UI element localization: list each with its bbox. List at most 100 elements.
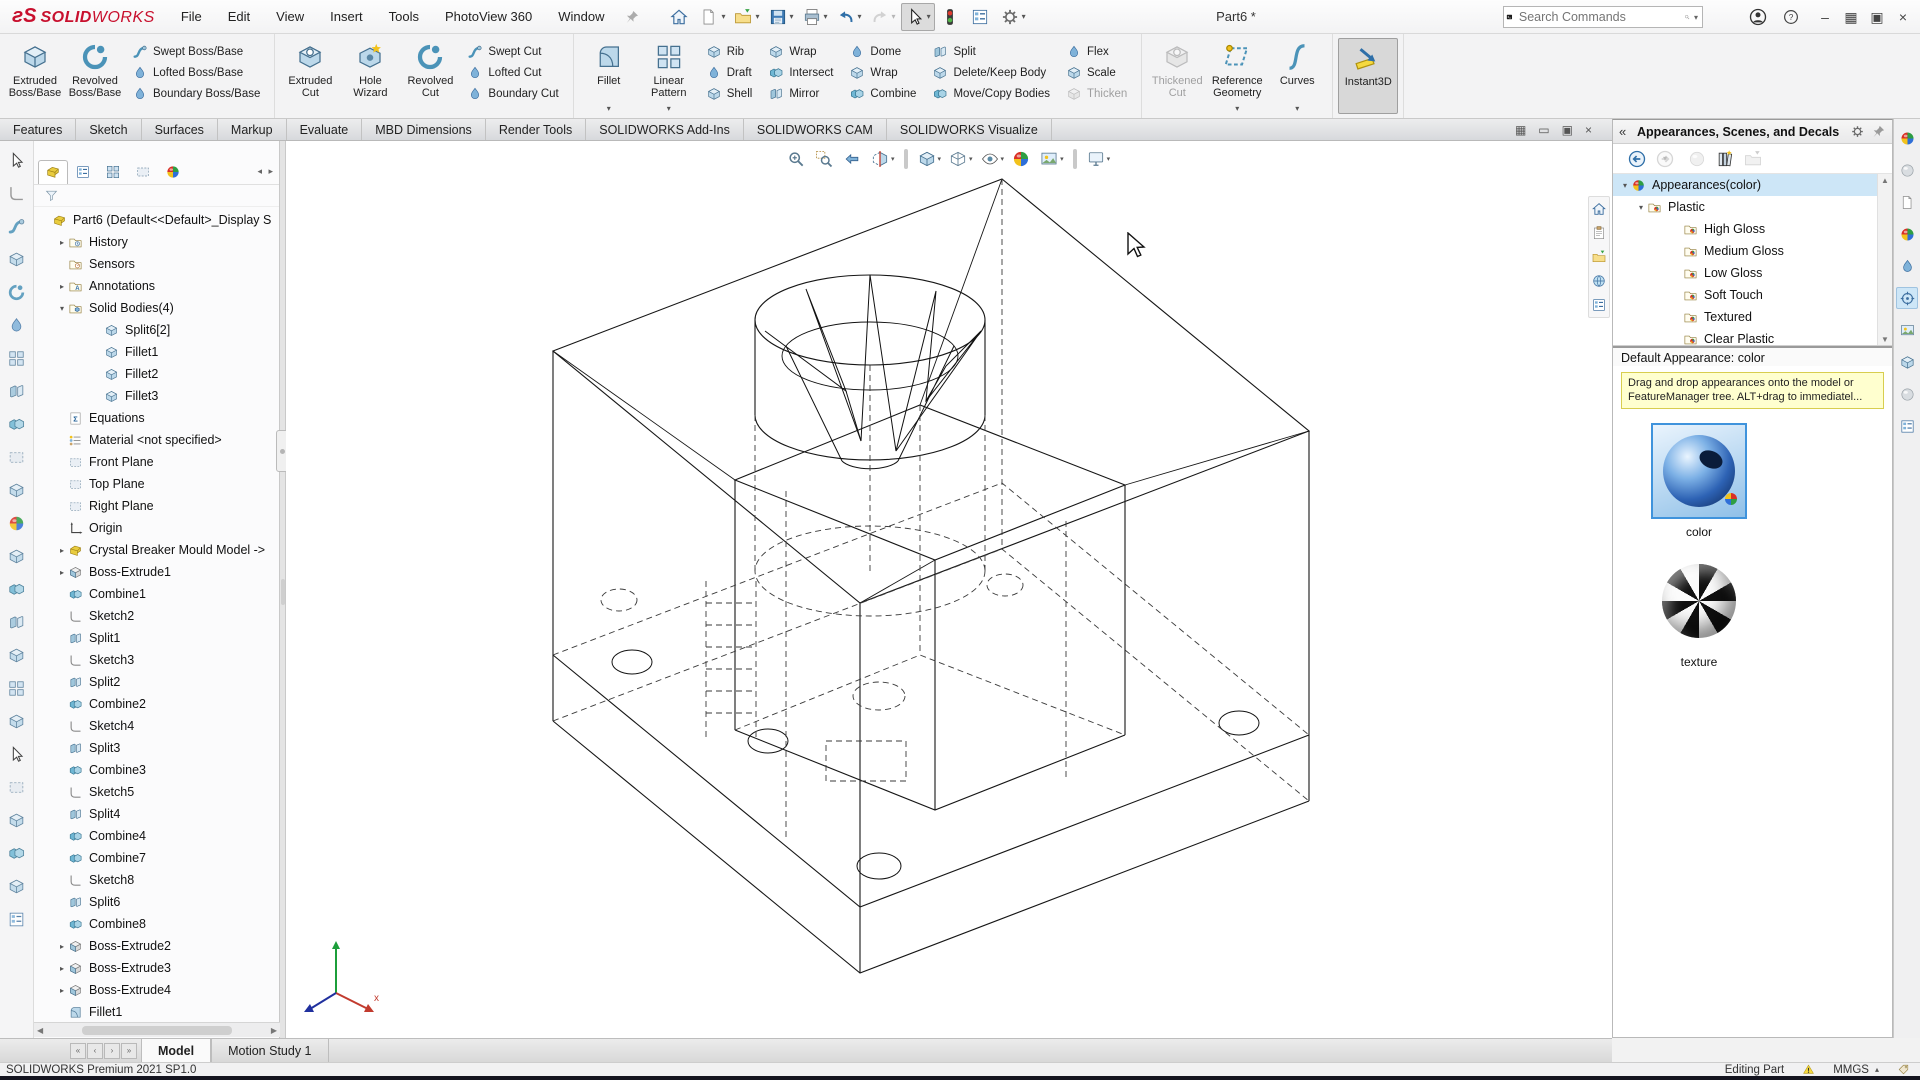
command-tab[interactable]: Render Tools bbox=[486, 119, 586, 140]
linear-pattern-button[interactable]: Linear Pattern ▾ bbox=[639, 38, 699, 114]
open-icon[interactable]: ▾ bbox=[730, 4, 762, 30]
appearance-tab-icon[interactable] bbox=[1896, 127, 1918, 149]
command-tab[interactable]: Surfaces bbox=[142, 119, 218, 140]
appearance-tree-item[interactable]: Low Gloss bbox=[1613, 262, 1892, 284]
command-tab[interactable]: Features bbox=[0, 119, 76, 140]
tree-item[interactable]: Right Plane bbox=[34, 495, 279, 517]
ribbon-button[interactable]: Split bbox=[929, 41, 1053, 62]
scene-icon[interactable] bbox=[1896, 319, 1918, 341]
instant3d-button[interactable]: Instant3D bbox=[1338, 38, 1398, 114]
undo-icon[interactable]: ▾ bbox=[833, 4, 865, 30]
tree-item[interactable]: ▸ Boss-Extrude2 bbox=[34, 935, 279, 957]
tree-item[interactable]: Fillet2 bbox=[34, 363, 279, 385]
left-toolbar-icon[interactable] bbox=[7, 151, 26, 170]
ribbon-button[interactable]: Combine bbox=[846, 83, 919, 104]
tree-item[interactable]: Origin bbox=[34, 517, 279, 539]
ribbon-button[interactable]: Swept Cut bbox=[464, 41, 561, 62]
configurationmanager-tab[interactable] bbox=[98, 160, 128, 184]
pin-icon[interactable] bbox=[1871, 124, 1886, 139]
tab-nav-button[interactable]: » bbox=[121, 1043, 137, 1059]
document-window-button[interactable]: ▣ bbox=[1562, 123, 1573, 137]
left-toolbar-icon[interactable] bbox=[7, 778, 26, 797]
appearance-tree-item[interactable]: Medium Gloss bbox=[1613, 240, 1892, 262]
tree-item[interactable]: Sensors bbox=[34, 253, 279, 275]
command-tab[interactable]: Evaluate bbox=[287, 119, 363, 140]
view-settings-icon[interactable]: ▾ bbox=[1084, 147, 1113, 171]
copy-appearance-icon[interactable] bbox=[1896, 191, 1918, 213]
extruded-boss-base-button[interactable]: Extruded Boss/Base bbox=[5, 38, 65, 114]
appearance-tree-item[interactable]: High Gloss bbox=[1613, 218, 1892, 240]
appearance-tree-item[interactable]: Soft Touch bbox=[1613, 284, 1892, 306]
graphics-viewport[interactable]: ▾ ▾ ▾ ▾ ▾ bbox=[286, 141, 1612, 1038]
ribbon-button[interactable]: Boundary Cut bbox=[464, 83, 561, 104]
ribbon-button[interactable]: Intersect bbox=[765, 62, 836, 83]
left-toolbar-icon[interactable] bbox=[7, 910, 26, 929]
tree-item[interactable]: ▸ History bbox=[34, 231, 279, 253]
gear-icon[interactable] bbox=[1850, 124, 1865, 139]
search-icon[interactable] bbox=[1684, 9, 1690, 25]
expander-icon[interactable]: ▾ bbox=[1635, 203, 1647, 212]
tree-item[interactable]: Combine2 bbox=[34, 693, 279, 715]
select-icon[interactable]: ▾ bbox=[901, 3, 935, 31]
fillet-button[interactable]: Fillet ▾ bbox=[579, 38, 639, 114]
tree-horizontal-scrollbar[interactable]: ◀▶ bbox=[34, 1022, 280, 1037]
scene-tab-icon[interactable] bbox=[1896, 159, 1918, 181]
texture-thumbnail[interactable] bbox=[1651, 553, 1747, 649]
print-icon[interactable]: ▾ bbox=[799, 4, 831, 30]
tree-item[interactable]: ▾ Solid Bodies(4) bbox=[34, 297, 279, 319]
menu-item[interactable]: File bbox=[169, 3, 214, 30]
expander-icon[interactable]: ▸ bbox=[56, 964, 68, 973]
home-icon[interactable] bbox=[666, 4, 694, 30]
left-toolbar-icon[interactable] bbox=[7, 844, 26, 863]
ribbon-button[interactable]: Dome bbox=[846, 41, 919, 62]
tree-item[interactable]: Combine8 bbox=[34, 913, 279, 935]
tab-nav-button[interactable]: › bbox=[104, 1043, 120, 1059]
tree-item[interactable]: ▸ Crystal Breaker Mould Model -> bbox=[34, 539, 279, 561]
menu-item[interactable]: Tools bbox=[377, 3, 431, 30]
tab-nav-button[interactable]: ‹ bbox=[87, 1043, 103, 1059]
zoom-area-icon[interactable] bbox=[812, 147, 837, 171]
sphere-icon[interactable] bbox=[1896, 383, 1918, 405]
resources-home-icon[interactable] bbox=[1591, 201, 1607, 217]
expander-icon[interactable]: ▸ bbox=[56, 568, 68, 577]
window-button[interactable]: ▦ bbox=[1840, 9, 1862, 26]
user-icon[interactable] bbox=[1748, 7, 1768, 27]
ribbon-button[interactable]: Wrap bbox=[765, 41, 836, 62]
revolved-cut-button[interactable]: Revolved Cut bbox=[400, 38, 460, 114]
collapse-icon[interactable]: « bbox=[1619, 124, 1626, 139]
tag-icon[interactable] bbox=[1897, 1063, 1910, 1076]
clipboard-icon[interactable] bbox=[1591, 225, 1607, 241]
open-file-icon[interactable] bbox=[1743, 149, 1751, 169]
left-toolbar-icon[interactable] bbox=[7, 613, 26, 632]
window-button[interactable]: – bbox=[1814, 9, 1836, 26]
command-tab[interactable]: SOLIDWORKS Add-Ins bbox=[586, 119, 744, 140]
command-tab[interactable]: MBD Dimensions bbox=[362, 119, 486, 140]
left-toolbar-icon[interactable] bbox=[7, 580, 26, 599]
tree-item[interactable]: Split6 bbox=[34, 891, 279, 913]
options-icon[interactable]: ▾ bbox=[997, 4, 1029, 30]
tree-item[interactable]: Combine1 bbox=[34, 583, 279, 605]
tree-item[interactable]: Split6[2] bbox=[34, 319, 279, 341]
ribbon-button[interactable]: Rib bbox=[703, 41, 756, 62]
study-tab[interactable]: Motion Study 1 bbox=[211, 1039, 328, 1062]
command-tab[interactable]: SOLIDWORKS CAM bbox=[744, 119, 887, 140]
expander-icon[interactable]: ▾ bbox=[1619, 181, 1631, 190]
extruded-cut-button[interactable]: Extruded Cut bbox=[280, 38, 340, 114]
window-button[interactable]: × bbox=[1892, 9, 1914, 26]
left-toolbar-icon[interactable] bbox=[7, 646, 26, 665]
left-toolbar-icon[interactable] bbox=[7, 283, 26, 302]
search-box[interactable]: ▾ bbox=[1503, 6, 1703, 28]
left-toolbar-icon[interactable] bbox=[7, 217, 26, 236]
tab-nav-button[interactable]: « bbox=[70, 1043, 86, 1059]
window-button[interactable]: ▣ bbox=[1866, 9, 1888, 26]
ribbon-button[interactable]: Flex bbox=[1063, 41, 1130, 62]
menu-item[interactable]: Edit bbox=[216, 3, 262, 30]
expander-icon[interactable]: ▸ bbox=[56, 986, 68, 995]
ribbon-button[interactable]: Lofted Boss/Base bbox=[129, 62, 263, 83]
featuremanager-tab[interactable] bbox=[38, 160, 68, 184]
manager-tab-nav[interactable]: ◂ ▸ bbox=[257, 166, 275, 177]
document-window-button[interactable]: ▭ bbox=[1538, 123, 1549, 137]
left-toolbar-icon[interactable] bbox=[7, 316, 26, 335]
left-toolbar-icon[interactable] bbox=[7, 184, 26, 203]
tree-item[interactable]: Split3 bbox=[34, 737, 279, 759]
